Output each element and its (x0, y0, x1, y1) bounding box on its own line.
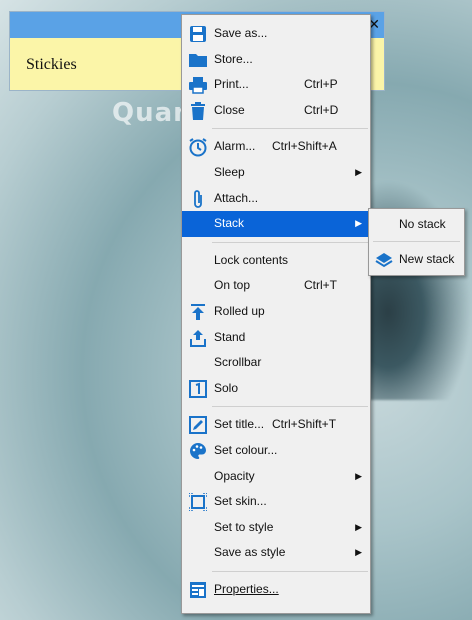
menu-item-print[interactable]: Print... Ctrl+P (182, 72, 370, 98)
menu-separator (212, 406, 368, 408)
menu-label: Store... (214, 51, 253, 66)
menu-item-attach[interactable]: Attach... (182, 186, 370, 212)
menu-label: Attach... (214, 190, 259, 205)
menu-shortcut: Ctrl+T (304, 278, 337, 293)
menu-label: Properties... (214, 581, 279, 596)
menu-label: Close (214, 102, 245, 117)
menu-item-save-as-style[interactable]: Save as style ▶ (182, 540, 370, 566)
menu-item-alarm[interactable]: Alarm... Ctrl+Shift+A (182, 134, 370, 160)
chevron-right-icon: ▶ (355, 521, 362, 532)
menu-label: Set colour... (214, 442, 278, 457)
menu-separator (212, 570, 368, 572)
menu-label: Solo (214, 380, 239, 395)
chevron-right-icon: ▶ (355, 547, 362, 558)
menu-label: Alarm... (214, 139, 256, 154)
menu-item-close[interactable]: Close Ctrl+D (182, 98, 370, 124)
paperclip-icon (188, 189, 208, 209)
menu-item-opacity[interactable]: Opacity ▶ (182, 464, 370, 490)
menu-label: Print... (214, 77, 249, 92)
palette-icon (188, 441, 208, 461)
menu-label: Scrollbar (214, 355, 262, 370)
menu-label: Save as... (214, 26, 268, 40)
menu-label: Set title... (214, 417, 265, 432)
stand-icon (188, 328, 208, 348)
menu-label: Stand (214, 329, 246, 344)
solo-icon (188, 379, 208, 399)
menu-item-scrollbar[interactable]: Scrollbar (182, 350, 370, 376)
menu-item-sleep[interactable]: Sleep ▶ (182, 160, 370, 186)
menu-label: Set skin... (214, 494, 267, 509)
menu-item-stack[interactable]: Stack ▶ (182, 211, 370, 237)
submenu-label: New stack (399, 252, 455, 266)
menu-label: Opacity (214, 468, 255, 483)
chevron-right-icon: ▶ (355, 218, 362, 229)
menu-shortcut: Ctrl+P (304, 77, 338, 92)
skin-icon (188, 492, 208, 512)
menu-label: Stack (214, 216, 245, 231)
menu-item-stand[interactable]: Stand (182, 325, 370, 351)
menu-item-rolled-up[interactable]: Rolled up (182, 299, 370, 325)
context-menu: Save as... Store... Print... Ctrl+P Clos… (181, 14, 371, 614)
menu-item-set-to-style[interactable]: Set to style ▶ (182, 515, 370, 541)
menu-item-set-colour[interactable]: Set colour... (182, 438, 370, 464)
printer-icon (188, 75, 208, 95)
menu-separator (373, 241, 460, 242)
alarm-icon (188, 137, 208, 157)
menu-item-properties[interactable]: Properties... (182, 577, 370, 603)
menu-label: Set to style (214, 519, 274, 534)
submenu-label: No stack (399, 217, 446, 231)
menu-separator (212, 241, 368, 243)
rolled-up-icon (188, 302, 208, 322)
menu-item-solo[interactable]: Solo (182, 376, 370, 402)
trash-icon (188, 101, 208, 121)
layers-icon (375, 250, 393, 268)
menu-item-on-top[interactable]: On top Ctrl+T (182, 273, 370, 299)
chevron-right-icon: ▶ (355, 470, 362, 481)
menu-shortcut: Ctrl+D (304, 102, 339, 117)
menu-item-set-title[interactable]: Set title... Ctrl+Shift+T (182, 412, 370, 438)
menu-item-set-skin[interactable]: Set skin... (182, 489, 370, 515)
properties-icon (188, 580, 208, 600)
submenu-item-no-stack[interactable]: No stack (369, 209, 464, 239)
menu-separator (212, 128, 368, 130)
menu-label: Save as style (214, 545, 286, 560)
chevron-right-icon: ▶ (355, 166, 362, 177)
save-icon (188, 24, 208, 44)
menu-label: On top (214, 278, 251, 293)
menu-label: Rolled up (214, 303, 265, 318)
sticky-title: Stickies (26, 56, 77, 73)
menu-label: Lock contents (214, 252, 289, 267)
menu-shortcut: Ctrl+Shift+A (272, 139, 337, 154)
folder-icon (188, 50, 208, 70)
menu-item-save-as[interactable]: Save as... (182, 21, 370, 47)
menu-item-store[interactable]: Store... (182, 47, 370, 73)
stack-submenu: No stack New stack (368, 208, 465, 276)
menu-label: Sleep (214, 164, 245, 179)
submenu-item-new-stack[interactable]: New stack (369, 244, 464, 274)
menu-shortcut: Ctrl+Shift+T (272, 417, 337, 432)
menu-item-lock-contents[interactable]: Lock contents (182, 248, 370, 274)
edit-title-icon (188, 415, 208, 435)
